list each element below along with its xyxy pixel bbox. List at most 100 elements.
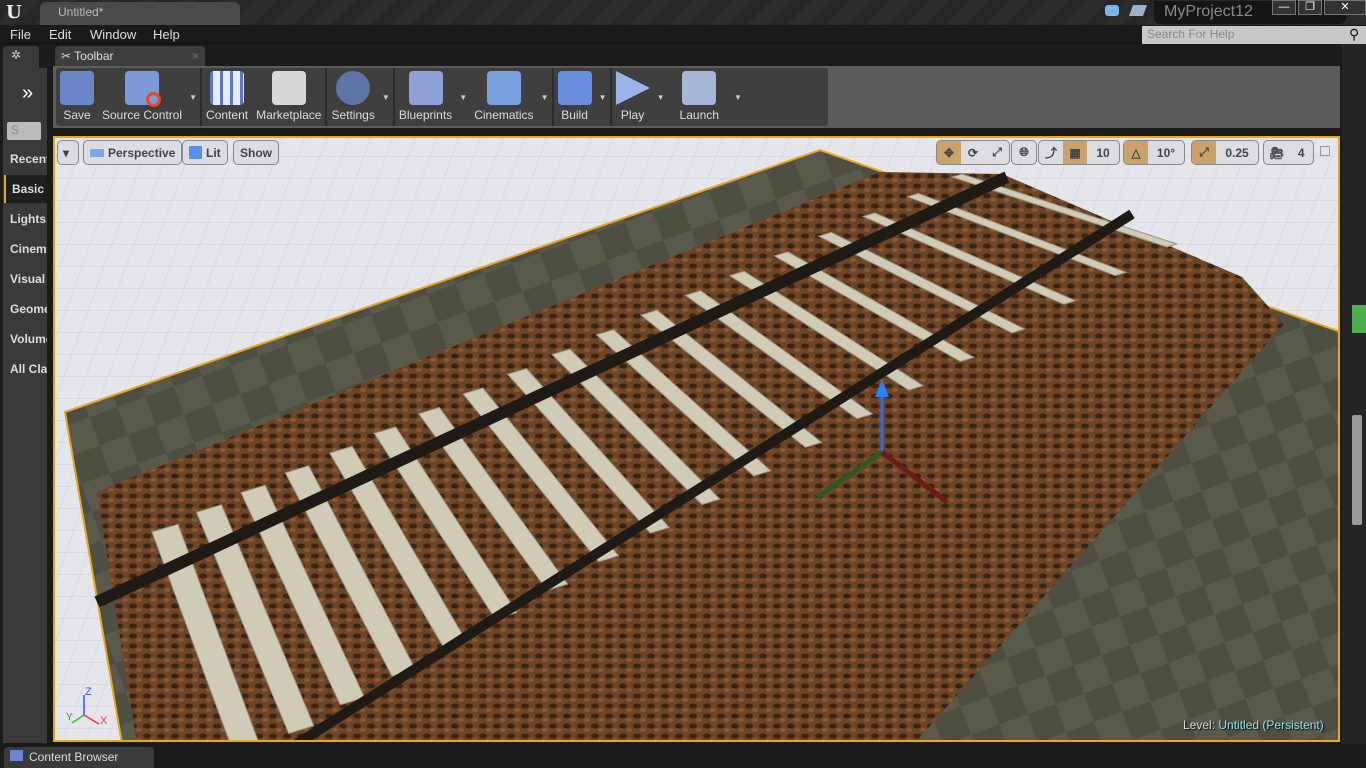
save-button[interactable]: Save <box>56 68 98 126</box>
marketplace-button[interactable]: Marketplace <box>252 68 325 126</box>
button-label: Source Control <box>102 108 183 122</box>
play-icon <box>615 71 650 105</box>
grid-snap-group: ⤴ ▦ 10 <box>1038 140 1120 165</box>
rotation-snap-value[interactable]: 10° <box>1148 141 1184 164</box>
scale-snap-value[interactable]: 0.25 <box>1216 141 1258 164</box>
surface-snap-icon[interactable]: ⤴ <box>1039 141 1063 164</box>
button-label: Content <box>206 108 249 122</box>
place-search-input[interactable]: S <box>7 122 41 140</box>
button-label: Play <box>620 108 645 122</box>
button-label: Settings <box>331 108 375 122</box>
menu-help[interactable]: Help <box>153 27 180 42</box>
lit-label: Lit <box>206 145 221 160</box>
lit-cube-icon <box>189 146 202 159</box>
play-button[interactable]: Play <box>612 68 654 126</box>
maximize-viewport-icon[interactable] <box>1320 146 1330 156</box>
right-panel-strip <box>1342 44 1366 744</box>
save-icon <box>60 71 94 105</box>
toolbar-tab[interactable]: ✂ Toolbar × <box>55 46 205 68</box>
launch-button[interactable]: Launch <box>668 68 731 126</box>
marketplace-icon <box>271 71 306 105</box>
document-tab[interactable]: Untitled* <box>40 2 240 25</box>
viewport-options-button[interactable]: ▾ <box>57 140 79 165</box>
build-button[interactable]: Build <box>554 68 596 126</box>
category-volumes[interactable]: Volumes <box>4 325 47 353</box>
category-visual[interactable]: Visual <box>4 265 47 293</box>
source-control-button[interactable]: Source Control <box>98 68 186 126</box>
build-icon <box>557 71 592 105</box>
menu-window[interactable]: Window <box>90 27 136 42</box>
lit-button[interactable]: Lit <box>182 140 228 165</box>
restore-button[interactable]: ❐ <box>1298 0 1322 15</box>
perspective-button[interactable]: Perspective <box>83 140 183 165</box>
translate-icon[interactable]: ✥ <box>937 141 961 164</box>
scale-icon[interactable]: ⤢ <box>985 141 1009 164</box>
grid-snap-icon[interactable]: ▦ <box>1063 141 1087 164</box>
menu-file[interactable]: File <box>10 27 31 42</box>
grid-snap-value[interactable]: 10 <box>1087 141 1119 164</box>
perspective-label: Perspective <box>108 145 176 160</box>
cinematics-button[interactable]: Cinematics <box>470 68 537 126</box>
level-name: Untitled (Persistent) <box>1218 718 1324 732</box>
add-icon[interactable] <box>1352 305 1366 333</box>
launch-dropdown[interactable]: ▼ <box>731 68 745 126</box>
scale-snap-group: ⤢ 0.25 <box>1191 140 1259 165</box>
rotation-snap-group: △ 10° <box>1123 140 1185 165</box>
button-label: Save <box>63 108 91 122</box>
blueprints-button[interactable]: Blueprints <box>395 68 456 126</box>
category-geometry[interactable]: Geometry <box>4 295 47 323</box>
scale-snap-icon[interactable]: ⤢ <box>1192 141 1216 164</box>
play-dropdown[interactable]: ▼ <box>654 68 668 126</box>
camera-speed-value[interactable]: 4 <box>1289 141 1313 164</box>
cinematics-dropdown[interactable]: ▼ <box>538 68 552 126</box>
category-all-classes[interactable]: All Classes <box>4 355 47 383</box>
content-browser-tab[interactable]: Content Browser <box>4 747 154 768</box>
source-control-dropdown[interactable]: ▼ <box>186 68 200 126</box>
modes-tab[interactable]: ✲ <box>3 46 39 68</box>
button-label: Launch <box>679 108 719 122</box>
axis-z-label: Z <box>85 686 92 698</box>
category-basic[interactable]: Basic <box>4 175 47 203</box>
button-label: Marketplace <box>256 108 322 122</box>
settings-dropdown[interactable]: ▼ <box>379 68 393 126</box>
button-label: Blueprints <box>398 108 453 122</box>
rotate-icon[interactable]: ⟳ <box>961 141 985 164</box>
category-lights[interactable]: Lights <box>4 205 47 233</box>
settings-button[interactable]: Settings <box>327 68 378 126</box>
button-label: Cinematics <box>474 108 534 122</box>
globe-icon: 🌐︎ <box>1019 145 1029 159</box>
category-recent[interactable]: Recent <box>4 145 47 173</box>
unreal-logo-icon[interactable]: U <box>6 2 22 23</box>
camera-speed-icon[interactable]: 🎥︎ <box>1264 141 1289 164</box>
rotation-snap-icon[interactable]: △ <box>1124 141 1148 164</box>
source-control-icon <box>125 71 162 107</box>
blueprints-dropdown[interactable]: ▼ <box>456 68 470 126</box>
scrollbar-thumb[interactable] <box>1352 415 1362 525</box>
build-dropdown[interactable]: ▼ <box>596 68 610 126</box>
help-search-input[interactable]: Search For Help <box>1142 26 1366 44</box>
axis-x-label: X <box>100 715 108 727</box>
close-tab-icon[interactable]: × <box>192 49 199 63</box>
level-indicator: Level: Untitled (Persistent) <box>1183 718 1324 732</box>
expand-icon[interactable]: » <box>22 82 33 105</box>
cinematics-icon <box>486 71 521 105</box>
perspective-icon <box>90 148 104 157</box>
minimize-button[interactable]: — <box>1272 0 1296 15</box>
level-label: Level: <box>1183 718 1216 732</box>
wrench-icon: ✂ <box>61 49 75 63</box>
category-cinematic[interactable]: Cinematic <box>4 235 47 263</box>
scene-render[interactable] <box>55 138 1340 742</box>
level-viewport[interactable] <box>53 136 1340 742</box>
button-label: Build <box>561 108 588 122</box>
camera-speed-group: 🎥︎ 4 <box>1263 140 1315 165</box>
close-button[interactable]: ✕ <box>1324 0 1366 15</box>
show-button[interactable]: Show <box>233 140 279 165</box>
content-button[interactable]: Content <box>202 68 252 126</box>
menu-edit[interactable]: Edit <box>49 27 71 42</box>
search-icon[interactable]: ⚲ <box>1349 26 1359 43</box>
blueprints-icon <box>408 71 443 105</box>
content-icon <box>210 71 245 105</box>
content-browser-icon <box>10 750 23 761</box>
world-local-toggle[interactable]: 🌐︎ <box>1011 140 1037 165</box>
feedback-icon[interactable] <box>1105 5 1119 16</box>
